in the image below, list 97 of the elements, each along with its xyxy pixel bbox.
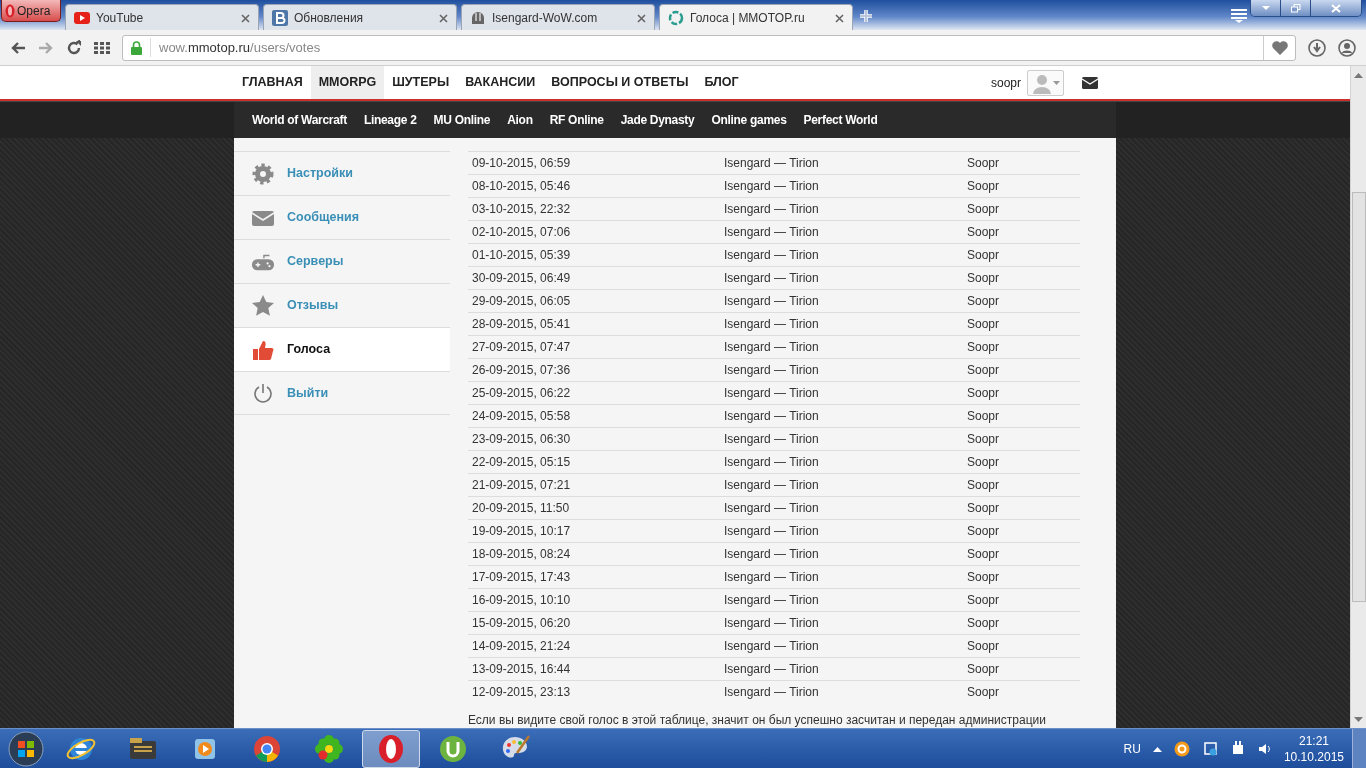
user-name: Soopr — [967, 615, 1000, 632]
vote-date: 08-10-2015, 05:46 — [472, 178, 572, 195]
server-name: Isengard — Tirion — [724, 477, 820, 494]
vote-date: 28-09-2015, 05:41 — [472, 316, 572, 333]
game-link[interactable]: World of Warcraft — [252, 111, 347, 129]
user-name: Soopr — [967, 201, 1000, 218]
browser-tab[interactable]: Голоса | MMOTOP.ru — [659, 4, 853, 30]
vote-date: 15-09-2015, 06:20 — [472, 615, 572, 632]
address-field[interactable]: wow.mmotop.ru/users/votes — [122, 34, 1296, 61]
user-name: Soopr — [967, 339, 1000, 356]
vote-date: 25-09-2015, 06:22 — [472, 385, 572, 402]
vote-date: 27-09-2015, 07:47 — [472, 339, 572, 356]
user-name: Soopr — [967, 362, 1000, 379]
nav-link[interactable]: ШУТЕРЫ — [384, 66, 458, 99]
server-name: Isengard — Tirion — [724, 247, 820, 264]
server-name: Isengard — Tirion — [724, 339, 820, 356]
server-name: Isengard — Tirion — [724, 362, 820, 379]
user-name: Soopr — [967, 385, 1000, 402]
game-link[interactable]: MU Online — [433, 111, 491, 129]
vote-date: 26-09-2015, 07:36 — [472, 362, 572, 379]
browser-tab[interactable]: YouTube — [65, 4, 259, 30]
game-link[interactable]: Lineage 2 — [363, 111, 417, 129]
game-link[interactable]: Jade Dynasty — [620, 111, 695, 129]
user-name: Soopr — [967, 408, 1000, 425]
user-name: Soopr — [967, 178, 1000, 195]
server-name: Isengard — Tirion — [724, 523, 820, 540]
vote-date: 22-09-2015, 05:15 — [472, 454, 572, 471]
user-name: Soopr — [967, 270, 1000, 287]
user-name: Soopr — [967, 684, 1000, 701]
server-name: Isengard — Tirion — [724, 454, 820, 471]
game-link[interactable]: Aion — [507, 111, 533, 129]
user-name: Soopr — [967, 500, 1000, 517]
server-name: Isengard — Tirion — [724, 431, 820, 448]
server-name: Isengard — Tirion — [724, 293, 820, 310]
vote-date: 13-09-2015, 16:44 — [472, 661, 572, 678]
user-name: Soopr — [967, 523, 1000, 540]
votes-note: Если вы видите свой голос в этой таблице, значит он был успешно засчитан и передан администрации — [468, 712, 1047, 728]
game-link[interactable]: Perfect World — [803, 111, 878, 129]
user-name: Soopr — [967, 247, 1000, 264]
user-name: Soopr — [967, 316, 1000, 333]
language-indicator[interactable]: RU — [1123, 739, 1141, 758]
browser-tab[interactable]: Обновления — [263, 4, 457, 30]
user-name: Soopr — [967, 431, 1000, 448]
user-name: Soopr — [967, 569, 1000, 586]
vote-date: 17-09-2015, 17:43 — [472, 569, 572, 586]
server-name: Isengard — Tirion — [724, 270, 820, 287]
nav-link[interactable]: ГЛАВНАЯ — [234, 66, 311, 99]
server-name: Isengard — Tirion — [724, 661, 820, 678]
vote-date: 23-09-2015, 06:30 — [472, 431, 572, 448]
nav-link[interactable]: ВОПРОСЫ И ОТВЕТЫ — [543, 66, 697, 99]
user-name: Soopr — [967, 661, 1000, 678]
server-name: Isengard — Tirion — [724, 684, 820, 701]
game-link[interactable]: RF Online — [549, 111, 604, 129]
clock[interactable]: 21:21 10.10.2015 — [1283, 732, 1344, 765]
server-name: Isengard — Tirion — [724, 638, 820, 655]
vote-date: 09-10-2015, 06:59 — [472, 155, 572, 172]
nav-link[interactable]: MMORPG — [310, 66, 385, 99]
server-name: Isengard — Tirion — [724, 615, 820, 632]
user-name: Soopr — [967, 155, 1000, 172]
user-name: Soopr — [967, 638, 1000, 655]
user-name: Soopr — [967, 293, 1000, 310]
server-name: Isengard — Tirion — [724, 569, 820, 586]
vote-date: 12-09-2015, 23:13 — [472, 684, 572, 701]
nav-link[interactable]: БЛОГ — [696, 66, 747, 99]
server-name: Isengard — Tirion — [724, 316, 820, 333]
vote-date: 01-10-2015, 05:39 — [472, 247, 572, 264]
server-name: Isengard — Tirion — [724, 500, 820, 517]
vote-date: 21-09-2015, 07:21 — [472, 477, 572, 494]
server-name: Isengard — Tirion — [724, 385, 820, 402]
vote-date: 20-09-2015, 11:50 — [472, 500, 571, 517]
server-name: Isengard — Tirion — [724, 155, 820, 172]
user-name: Soopr — [967, 454, 1000, 471]
user-name: Soopr — [967, 546, 1000, 563]
vote-date: 14-09-2015, 21:24 — [472, 638, 572, 655]
username: soopr — [990, 74, 1021, 92]
vote-date: 24-09-2015, 05:58 — [472, 408, 572, 425]
user-name: Soopr — [967, 592, 1000, 609]
server-name: Isengard — Tirion — [724, 178, 820, 195]
vote-date: 30-09-2015, 06:49 — [472, 270, 572, 287]
user-name: Soopr — [967, 224, 1000, 241]
server-name: Isengard — Tirion — [724, 592, 820, 609]
browser-tab[interactable]: Isengard-WoW.com — [461, 4, 655, 30]
vote-date: 02-10-2015, 07:06 — [472, 224, 572, 241]
vote-date: 18-09-2015, 08:24 — [472, 546, 572, 563]
server-name: Isengard — Tirion — [724, 201, 820, 218]
game-link[interactable]: Online games — [711, 111, 787, 129]
server-name: Isengard — Tirion — [724, 546, 820, 563]
user-name: Soopr — [967, 477, 1000, 494]
server-name: Isengard — Tirion — [724, 408, 820, 425]
opera-menu-button[interactable]: Opera — [1, 0, 61, 22]
vote-date: 16-09-2015, 10:10 — [472, 592, 572, 609]
vote-date: 29-09-2015, 06:05 — [472, 293, 572, 310]
vote-date: 19-09-2015, 10:17 — [472, 523, 572, 540]
server-name: Isengard — Tirion — [724, 224, 820, 241]
vote-date: 03-10-2015, 22:32 — [472, 201, 572, 218]
nav-link[interactable]: ВАКАНСИИ — [457, 66, 544, 99]
sidebar-item[interactable]: Голоса — [234, 327, 450, 371]
